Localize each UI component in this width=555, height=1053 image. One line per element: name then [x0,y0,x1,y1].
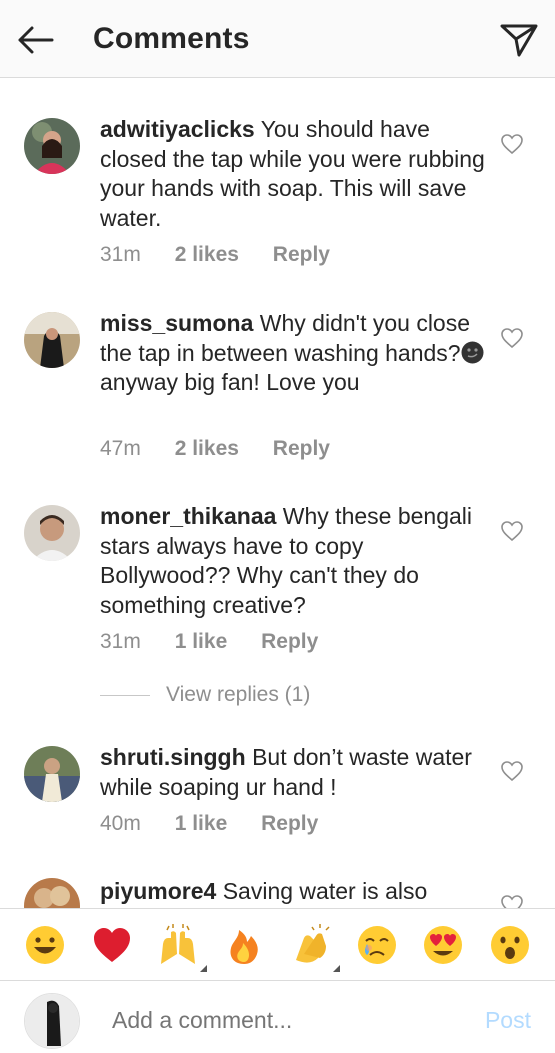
view-replies-button[interactable]: View replies (1) [100,683,310,707]
like-button[interactable] [500,133,524,155]
heart-eyes-emoji-icon[interactable] [422,924,464,966]
emoji-bar [0,908,555,980]
comment-meta: 47m 2 likes Reply [100,437,358,461]
comment-time: 31m [100,630,141,653]
clapping-hands-emoji-icon[interactable] [290,923,340,972]
fire-emoji-icon[interactable] [223,924,265,966]
comment-text: shruti.singgh But don’t waste water whil… [100,743,490,802]
avatar[interactable] [24,312,80,368]
comment-likes[interactable]: 2 likes [175,243,239,266]
comment-input[interactable] [112,1007,442,1034]
comment-text: piyumore4 Saving water is also [100,877,490,907]
skin-tone-indicator [199,964,207,972]
avatar[interactable] [24,505,80,561]
reply-button[interactable]: Reply [273,437,330,460]
reply-button[interactable]: Reply [261,812,318,835]
comment-text: moner_thikanaa Why these bengali stars a… [100,502,490,620]
red-heart-emoji-icon[interactable] [91,924,133,966]
comment-time: 47m [100,437,141,460]
raising-hands-emoji-icon[interactable] [157,923,207,972]
smirk-emoji-icon [461,341,484,364]
comment-meta: 31m 2 likes Reply [100,243,358,267]
avatar [24,993,80,1049]
comment-meta: 40m 1 like Reply [100,812,346,836]
heart-outline-icon [501,134,523,155]
comment-message: Saving water is also [222,878,428,904]
heart-outline-icon [501,895,523,908]
view-replies-label: View replies (1) [166,683,311,706]
comment-composer: Post [0,980,555,1053]
like-button[interactable] [500,760,524,782]
comment-username[interactable]: shruti.singgh [100,744,246,770]
comment-username[interactable]: miss_sumona [100,310,253,336]
post-button[interactable]: Post [485,1007,531,1034]
like-button[interactable] [500,520,524,542]
comment-meta: 31m 1 like Reply [100,630,346,654]
grinning-face-emoji-icon[interactable] [24,924,66,966]
heart-outline-icon [501,761,523,782]
top-bar: Comments [0,0,555,78]
comment-likes[interactable]: 1 like [175,630,228,653]
share-button[interactable] [499,22,539,58]
reply-button[interactable]: Reply [273,243,330,266]
comments-list[interactable]: adwitiyaclicks You should have closed th… [0,78,555,908]
page-title: Comments [93,22,250,55]
avatar[interactable] [24,746,80,802]
comment-time: 31m [100,243,141,266]
divider [100,694,150,696]
heart-outline-icon [501,328,523,349]
comment-likes[interactable]: 2 likes [175,437,239,460]
back-button[interactable] [16,22,56,58]
like-button[interactable] [500,894,524,908]
crying-face-emoji-icon[interactable] [356,924,398,966]
comment-time: 40m [100,812,141,835]
paper-plane-icon [500,24,538,57]
skin-tone-indicator [332,964,340,972]
comment-text: adwitiyaclicks You should have closed th… [100,115,490,233]
comment-message-continued: anyway big fan! Love you [100,369,360,395]
comment-username[interactable]: adwitiyaclicks [100,116,255,142]
comment-text: miss_sumona Why didn't you close the tap… [100,309,490,398]
arrow-left-icon [18,26,54,54]
surprised-face-emoji-icon[interactable] [489,924,531,966]
reply-button[interactable]: Reply [261,630,318,653]
like-button[interactable] [500,327,524,349]
comment-username[interactable]: piyumore4 [100,878,216,904]
comment-likes[interactable]: 1 like [175,812,228,835]
comment-username[interactable]: moner_thikanaa [100,503,276,529]
avatar[interactable] [24,878,80,908]
avatar[interactable] [24,118,80,174]
heart-outline-icon [501,521,523,542]
